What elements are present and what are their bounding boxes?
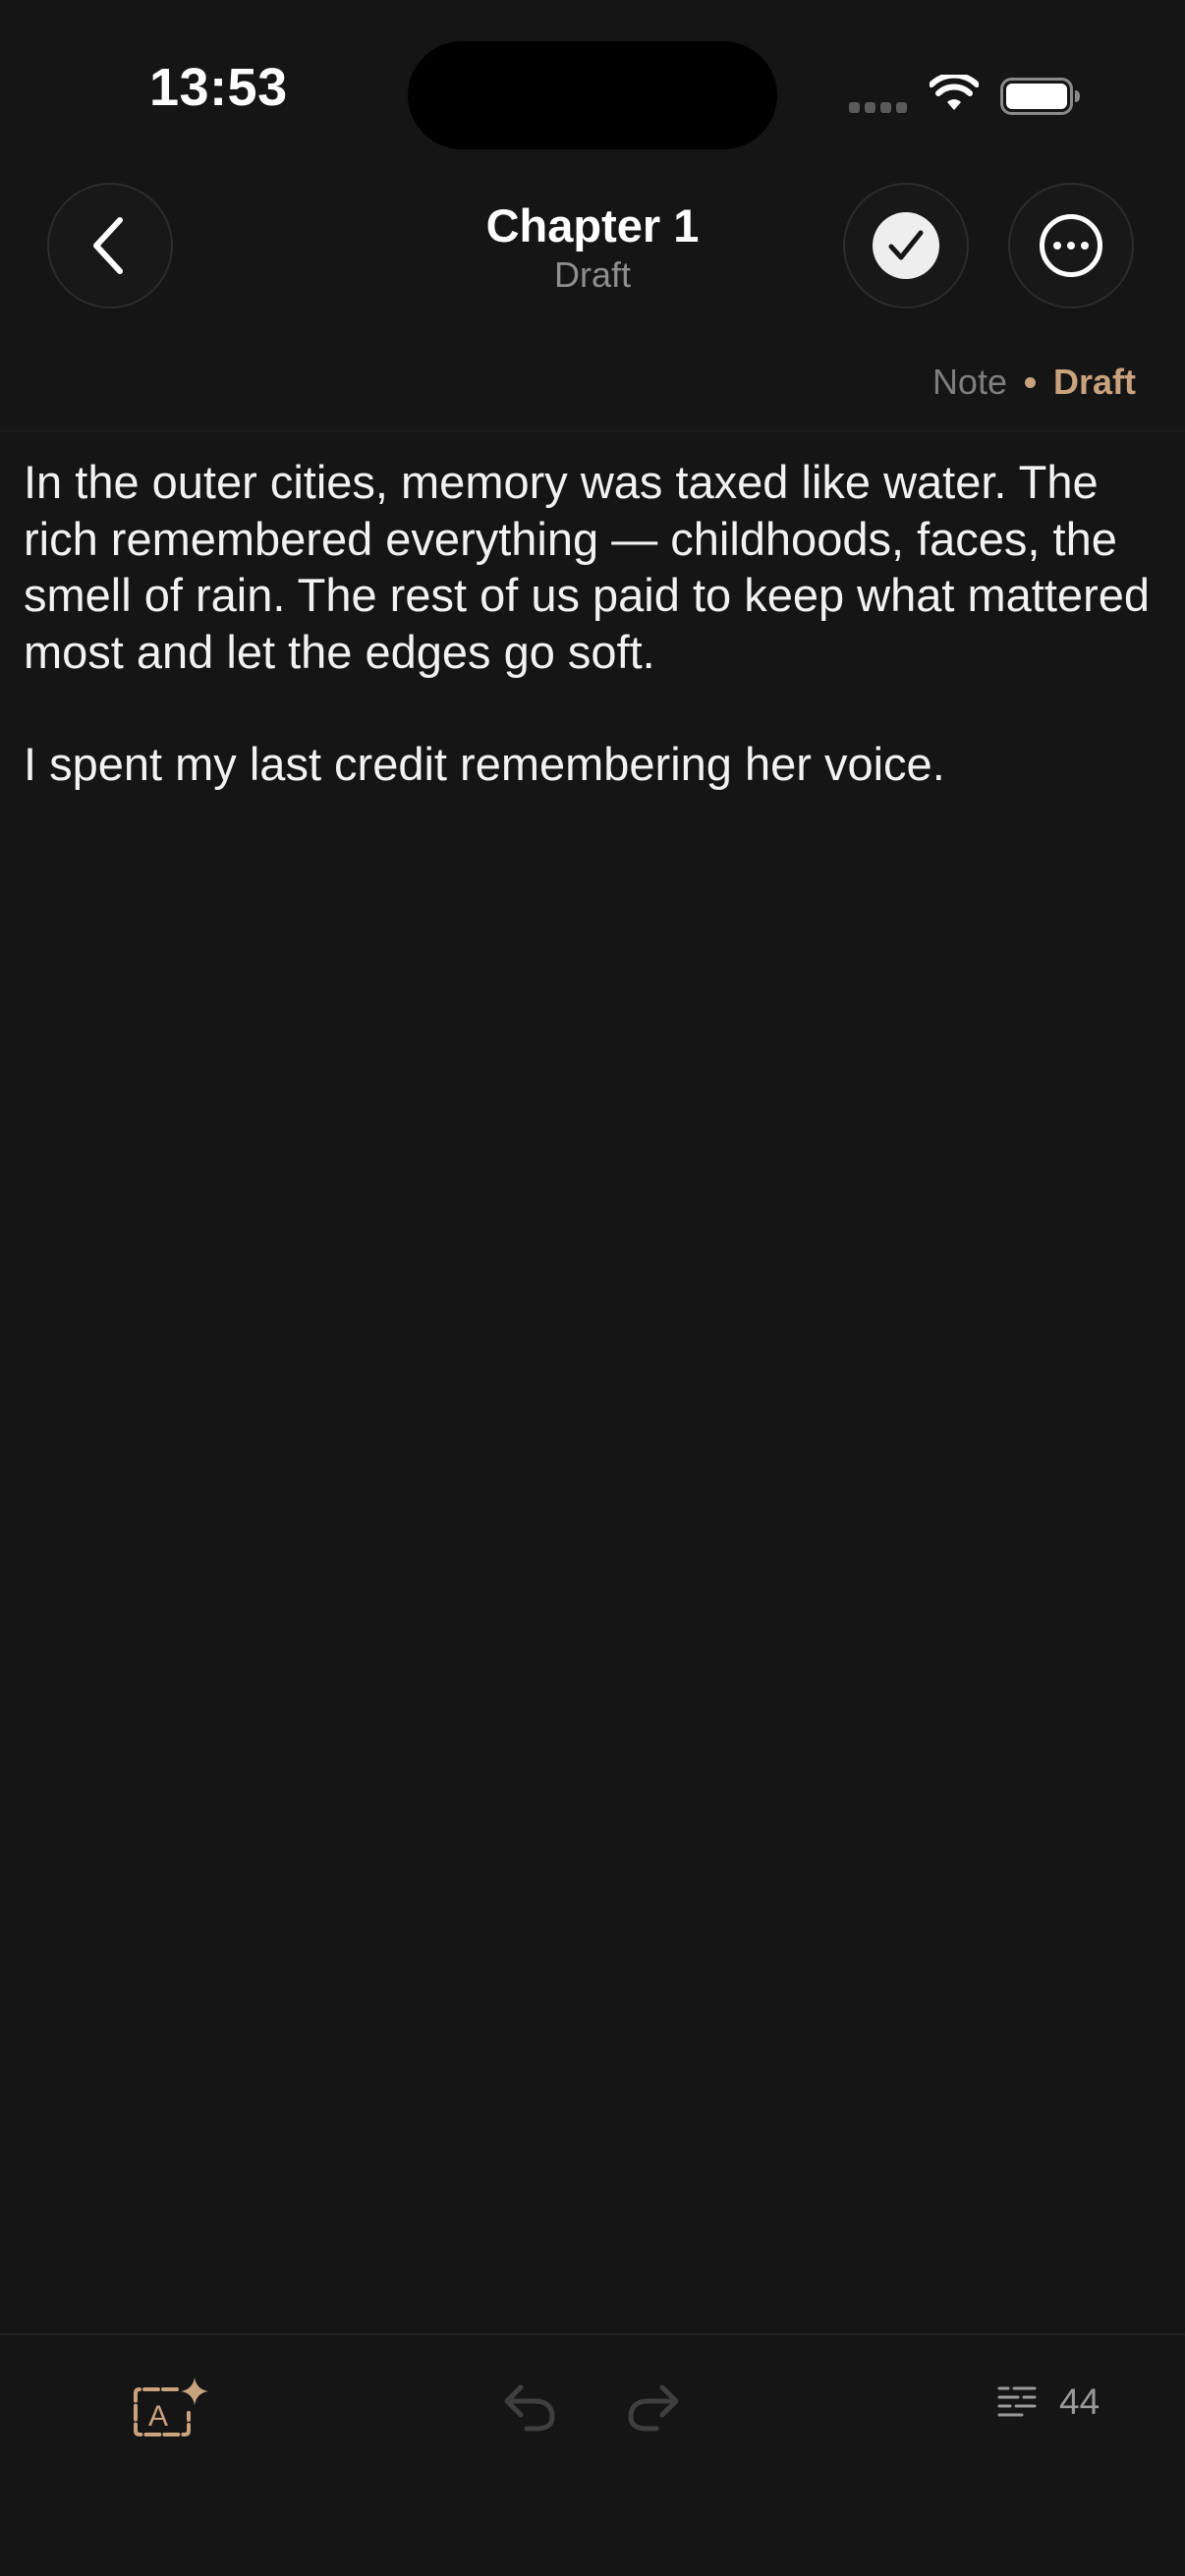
note-type-label: Note — [931, 362, 1007, 402]
done-button[interactable] — [843, 183, 969, 308]
toolbar-divider — [0, 2333, 1185, 2335]
word-count-value: 44 — [1059, 2381, 1100, 2422]
dynamic-island — [408, 41, 777, 149]
back-button[interactable] — [47, 183, 173, 308]
more-button[interactable] — [1008, 183, 1134, 308]
checkmark-icon — [873, 212, 939, 279]
redo-icon[interactable] — [625, 2380, 682, 2433]
title-block: Chapter 1 Draft — [298, 196, 887, 295]
chevron-left-icon — [93, 217, 123, 274]
header-divider — [0, 430, 1185, 432]
undo-icon[interactable] — [501, 2380, 558, 2433]
signal-icon — [849, 102, 907, 113]
note-status-tags[interactable]: Note Draft — [932, 362, 1136, 403]
text-editor[interactable]: In the outer cities, memory was taxed li… — [24, 454, 1163, 849]
page-subtitle: Draft — [553, 254, 631, 295]
ai-text-sparkle-icon[interactable]: A — [130, 2376, 214, 2440]
status-time: 13:53 — [149, 58, 288, 117]
battery-icon — [1000, 78, 1080, 115]
draft-status-label[interactable]: Draft — [1053, 362, 1136, 403]
page-title: Chapter 1 — [485, 199, 700, 252]
paragraph[interactable]: I spent my last credit remembering her v… — [24, 736, 1163, 793]
more-icon — [1040, 214, 1102, 277]
svg-text:A: A — [148, 2400, 168, 2433]
wifi-icon — [930, 75, 979, 110]
word-count-icon — [997, 2386, 1037, 2417]
paragraph[interactable]: In the outer cities, memory was taxed li… — [24, 454, 1163, 680]
word-count[interactable]: 44 — [996, 2381, 1100, 2423]
separator-dot — [1024, 376, 1036, 388]
